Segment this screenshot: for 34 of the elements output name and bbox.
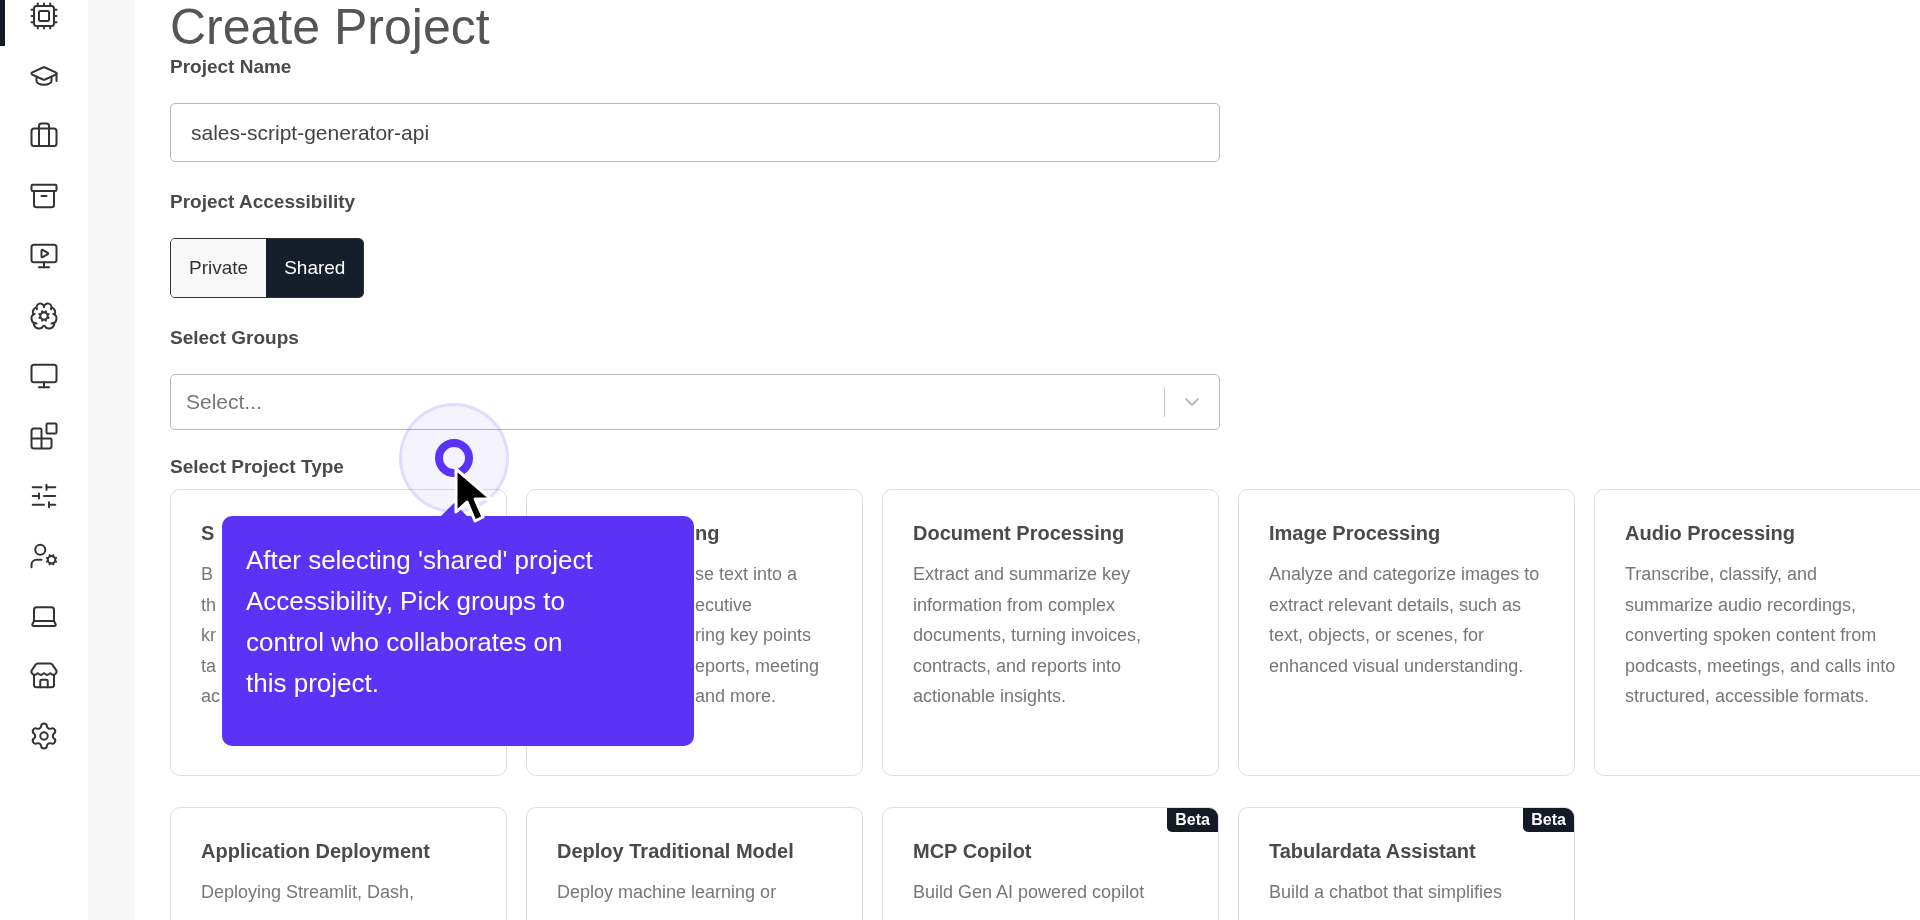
card-description: eports, meeting xyxy=(695,654,820,678)
card-description: and more. xyxy=(695,685,777,708)
card-description: ecutive xyxy=(695,593,753,617)
field-label: Project Accessibility xyxy=(170,191,356,213)
card-title: Deploy Traditional Model xyxy=(557,840,795,863)
card-description: Analyze and categorize images to extract relevant details, such as text, objects, or scenes, for enhanced visual understanding. xyxy=(1269,563,1541,678)
card-title: S xyxy=(201,522,216,545)
card-description: B xyxy=(201,563,213,586)
card-title: Document Processing xyxy=(913,522,1126,545)
card-description: kr xyxy=(201,624,216,647)
card-description: Deploying Streamlit, Dash, xyxy=(201,881,415,904)
beta-badge: Beta xyxy=(1523,808,1574,832)
card-title: ng xyxy=(695,522,721,545)
card-description: Extract and summarize key information from complex documents, turning invoices, contracts, and reports into actionable insights. xyxy=(913,563,1143,708)
beta-badge: Beta xyxy=(1167,808,1218,832)
field-label: Project Name xyxy=(170,56,292,78)
select-placeholder: Select... xyxy=(186,390,263,414)
card-description: Build Gen AI powered copilot xyxy=(913,881,1145,904)
card-title: Application Deployment xyxy=(201,840,431,863)
card-title: Image Processing xyxy=(1269,522,1442,545)
card-title: Tabulardata Assistant xyxy=(1269,840,1477,863)
card-description: ac xyxy=(201,685,220,708)
card-title: Audio Processing xyxy=(1625,522,1797,545)
card-description: Build a chatbot that simplifies xyxy=(1269,881,1503,904)
card-description: Transcribe, classify, and summarize audio recordings, converting spoken content from podcasts, meetings, and calls into structured, accessible formats. xyxy=(1625,563,1897,708)
card-description: Deploy machine learning or xyxy=(557,881,777,904)
field-label: Select Groups xyxy=(170,327,299,349)
card-description: ring key points xyxy=(695,624,812,647)
card-title: MCP Copilot xyxy=(913,840,1033,863)
page-title: Create Project xyxy=(170,0,490,54)
field-label: Select Project Type xyxy=(170,456,344,478)
card-description: th xyxy=(201,593,216,617)
card-description: ta xyxy=(201,654,216,678)
card-description: se text into a xyxy=(695,563,798,586)
